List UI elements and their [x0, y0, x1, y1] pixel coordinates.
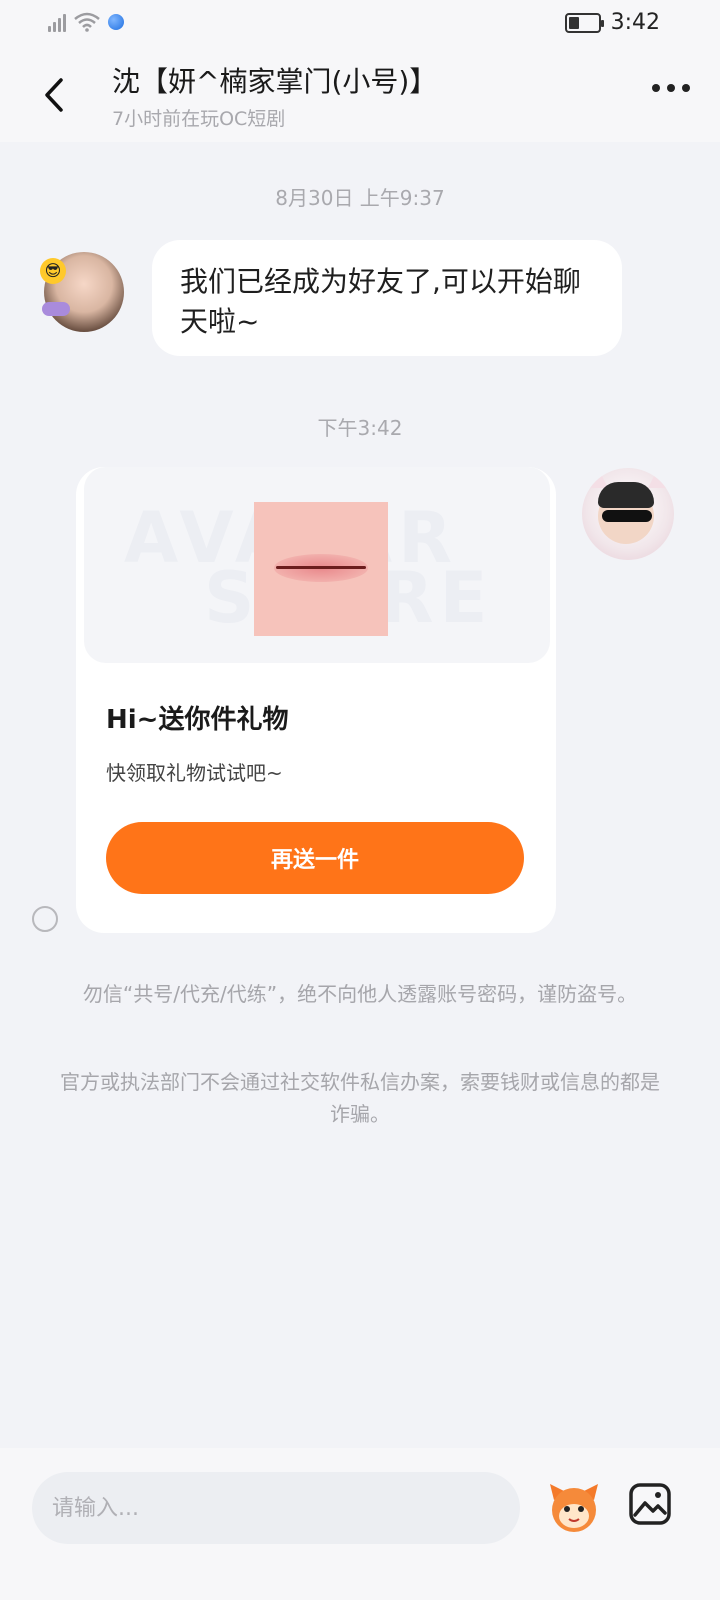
status-icons-left: [48, 12, 124, 32]
contact-activity-status: 7小时前在玩OC短剧: [112, 108, 286, 130]
message-timestamp: 8月30日 上午9:37: [275, 186, 445, 210]
message-bubble-received[interactable]: 我们已经成为好友了,可以开始聊天啦~: [152, 240, 622, 356]
app-notification-icon: [108, 14, 124, 30]
fraud-notice: 官方或执法部门不会通过社交软件私信办案，索要钱财或信息的都是诈骗。: [60, 1070, 660, 1126]
bone-decoration-icon: [42, 302, 70, 316]
mascot-emoji-icon[interactable]: [546, 1480, 602, 1536]
header-title-group[interactable]: 沈【妍^楠家掌门(小号)】 7小时前在玩OC短剧: [112, 60, 620, 131]
security-notice: 勿信“共号/代充/代练”，绝不向他人透露账号密码，谨防盗号。: [82, 982, 638, 1006]
message-input-bar: [0, 1448, 720, 1600]
send-another-gift-button[interactable]: 再送一件: [106, 822, 524, 894]
more-options-icon[interactable]: [652, 84, 690, 92]
battery-icon: [564, 12, 604, 33]
status-time: 3:42: [610, 10, 660, 35]
status-icons-right: 3:42: [564, 10, 660, 35]
sunglasses-emoji-icon: 😎: [40, 258, 66, 284]
image-picker-icon[interactable]: [628, 1482, 672, 1526]
status-bar: 3:42: [0, 0, 720, 48]
gift-card-subtitle: 快领取礼物试试吧~: [106, 761, 283, 785]
gift-banner: AVATAR STORE: [84, 467, 550, 663]
contact-name: 沈【妍^楠家掌门(小号)】: [112, 65, 438, 98]
message-timestamp: 下午3:42: [317, 416, 403, 440]
gift-card-title: Hi~送你件礼物: [106, 705, 289, 735]
back-button[interactable]: [36, 70, 72, 120]
wifi-icon: [74, 12, 100, 32]
message-input[interactable]: [32, 1472, 520, 1544]
gift-item-image: [254, 502, 388, 636]
gift-message-card[interactable]: AVATAR STORE Hi~送你件礼物 快领取礼物试试吧~ 再送一件: [76, 467, 556, 933]
chat-header: 沈【妍^楠家掌门(小号)】 7小时前在玩OC短剧: [0, 48, 720, 142]
my-avatar[interactable]: [582, 468, 674, 560]
chevron-left-icon: [45, 78, 63, 112]
message-status-indicator: [32, 906, 58, 932]
signal-icon: [48, 12, 66, 32]
